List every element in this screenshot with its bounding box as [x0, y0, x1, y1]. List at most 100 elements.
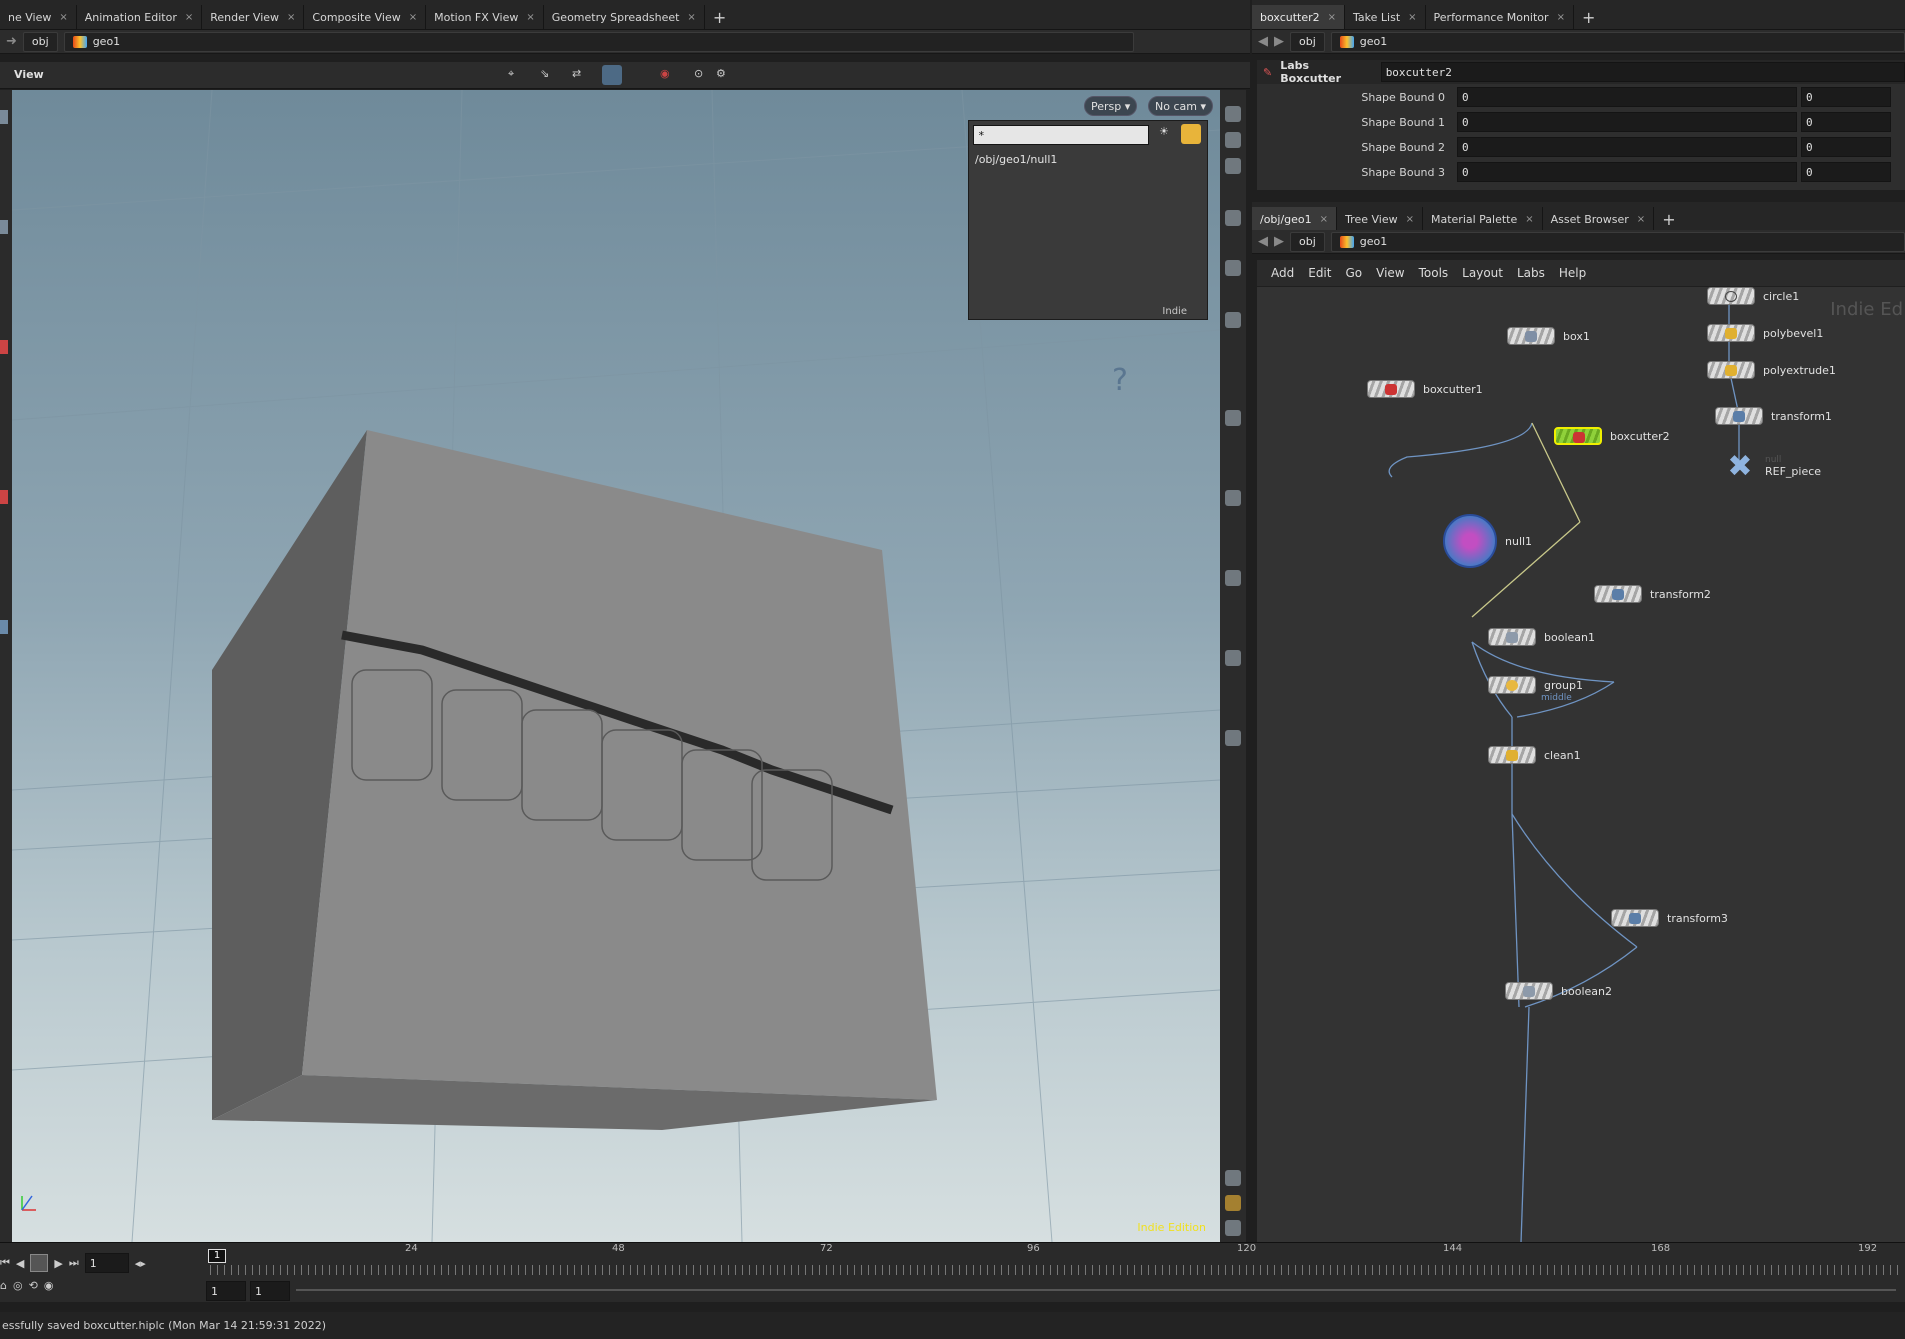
tab-motion-fx-view[interactable]: Motion FX View ×	[426, 5, 544, 29]
node-polyextrude1[interactable]: polyextrude1	[1707, 361, 1836, 379]
node-ref-piece[interactable]: ✖ null REF_piece	[1723, 449, 1821, 484]
tool-icon[interactable]	[0, 220, 8, 234]
display-icon[interactable]	[602, 65, 622, 85]
tool-icon[interactable]	[0, 340, 8, 354]
tool-icon[interactable]	[1225, 490, 1241, 506]
step-icon[interactable]: ◂▸	[135, 1257, 146, 1270]
node-null1[interactable]: null1	[1443, 514, 1532, 568]
close-icon[interactable]: ×	[185, 12, 193, 23]
close-icon[interactable]: ×	[1320, 214, 1328, 225]
forward-arrow-icon[interactable]: ▶	[1274, 234, 1284, 249]
menu-add[interactable]: Add	[1271, 266, 1294, 280]
range-end-field[interactable]: 1	[250, 1281, 290, 1301]
node-circle1[interactable]: circle1	[1707, 287, 1799, 305]
stop-icon[interactable]	[30, 1254, 49, 1272]
node-clean1[interactable]: clean1	[1488, 746, 1581, 764]
tool-icon[interactable]	[0, 620, 8, 634]
node-boxcutter1[interactable]: boxcutter1	[1367, 380, 1483, 398]
tab-material-palette[interactable]: Material Palette ×	[1423, 207, 1543, 231]
filter-input[interactable]: *	[973, 125, 1149, 145]
camera-icon[interactable]	[1225, 1220, 1241, 1236]
param-field[interactable]: 0	[1801, 137, 1891, 157]
play-reverse-icon[interactable]: ◀	[16, 1257, 24, 1270]
key-icon[interactable]: ⌂	[0, 1279, 7, 1292]
add-tab-button[interactable]: +	[1574, 5, 1603, 29]
close-icon[interactable]: ×	[409, 12, 417, 23]
jump-end-icon[interactable]: ⏭	[69, 1256, 79, 1270]
add-tab-button[interactable]: +	[1654, 207, 1683, 231]
node-transform2[interactable]: transform2	[1594, 585, 1711, 603]
node-transform3[interactable]: transform3	[1611, 909, 1728, 927]
node-group1[interactable]: group1	[1488, 676, 1583, 694]
menu-go[interactable]: Go	[1345, 266, 1362, 280]
camera-icon[interactable]: ⊙	[694, 67, 703, 80]
light-icon[interactable]	[1181, 124, 1201, 144]
grid-icon[interactable]	[1225, 1195, 1241, 1211]
tab-asset-browser[interactable]: Asset Browser ×	[1543, 207, 1655, 231]
tab-render-view[interactable]: Render View ×	[202, 5, 305, 29]
tab-animation-editor[interactable]: Animation Editor ×	[77, 5, 203, 29]
tab-boxcutter2[interactable]: boxcutter2 ×	[1252, 5, 1346, 29]
close-icon[interactable]: ×	[287, 12, 295, 23]
sun-icon[interactable]: ☀	[1159, 125, 1169, 138]
timeline-ruler[interactable]	[210, 1265, 1900, 1275]
camera-dropdown[interactable]: No cam ▾	[1148, 96, 1213, 116]
play-icon[interactable]: ▶	[54, 1257, 62, 1270]
tool-icon[interactable]	[1225, 730, 1241, 746]
node-name-field[interactable]: boxcutter2	[1380, 62, 1905, 82]
tool-icon[interactable]	[0, 490, 8, 504]
range-slider[interactable]	[296, 1289, 1896, 1291]
add-tab-button[interactable]: +	[705, 5, 734, 29]
node-boxcutter2[interactable]: boxcutter2	[1554, 427, 1670, 445]
node-boolean2[interactable]: boolean2	[1505, 982, 1612, 1000]
display-item[interactable]: /obj/geo1/null1	[975, 153, 1057, 166]
tab-composite-view[interactable]: Composite View ×	[304, 5, 427, 29]
persp-dropdown[interactable]: Persp ▾	[1084, 96, 1138, 116]
network-editor[interactable]: Indie Ed circle1 polybevel1 polyextrude1…	[1257, 287, 1905, 1243]
forward-arrow-icon[interactable]: ▶	[1274, 34, 1284, 49]
close-icon[interactable]: ×	[1525, 214, 1533, 225]
record-icon[interactable]: ◉	[660, 67, 670, 80]
close-icon[interactable]: ×	[1557, 12, 1565, 23]
param-field[interactable]: 0	[1457, 112, 1797, 132]
param-field[interactable]: 0	[1457, 87, 1797, 107]
close-icon[interactable]: ×	[526, 12, 534, 23]
back-arrow-icon[interactable]: ◀	[1258, 34, 1268, 49]
tab-scene-view[interactable]: ne View ×	[0, 5, 77, 29]
tool-icon[interactable]	[1225, 106, 1241, 122]
frame-marker[interactable]: 1	[208, 1249, 226, 1263]
param-field[interactable]: 0	[1801, 112, 1891, 132]
path-obj[interactable]: obj	[22, 31, 58, 52]
forward-arrow-icon[interactable]: ➜	[6, 34, 17, 49]
close-icon[interactable]: ×	[687, 12, 695, 23]
path-geo1[interactable]: geo1	[63, 31, 1134, 52]
param-field[interactable]: 0	[1457, 137, 1797, 157]
path-geo1[interactable]: geo1	[1330, 31, 1905, 52]
close-icon[interactable]: ×	[1408, 12, 1416, 23]
transform-icon[interactable]: ⇄	[572, 67, 581, 80]
menu-tools[interactable]: Tools	[1419, 266, 1449, 280]
tab-geometry-spreadsheet[interactable]: Geometry Spreadsheet ×	[544, 5, 705, 29]
tab-obj-geo1[interactable]: /obj/geo1 ×	[1252, 207, 1338, 231]
lock-icon[interactable]	[1225, 158, 1241, 174]
tool-icon[interactable]	[1225, 132, 1241, 148]
menu-help[interactable]: Help	[1559, 266, 1586, 280]
close-icon[interactable]: ×	[59, 12, 67, 23]
menu-layout[interactable]: Layout	[1462, 266, 1503, 280]
path-obj[interactable]: obj	[1290, 31, 1325, 52]
tool-icon[interactable]	[1225, 210, 1241, 226]
tool-icon[interactable]	[0, 110, 8, 124]
loop-icon[interactable]: ⟲	[29, 1279, 38, 1292]
param-field[interactable]: 0	[1801, 162, 1891, 182]
close-icon[interactable]: ×	[1406, 214, 1414, 225]
info-icon[interactable]	[1225, 1170, 1241, 1186]
current-frame-field[interactable]: 1	[84, 1253, 129, 1273]
realtime-icon[interactable]: ◎	[13, 1279, 23, 1292]
brush-icon[interactable]	[1225, 410, 1241, 426]
path-obj[interactable]: obj	[1290, 231, 1325, 252]
node-boolean1[interactable]: boolean1	[1488, 628, 1595, 646]
select-icon[interactable]: ⇘	[540, 67, 549, 80]
back-arrow-icon[interactable]: ◀	[1258, 234, 1268, 249]
menu-edit[interactable]: Edit	[1308, 266, 1331, 280]
menu-labs[interactable]: Labs	[1517, 266, 1545, 280]
